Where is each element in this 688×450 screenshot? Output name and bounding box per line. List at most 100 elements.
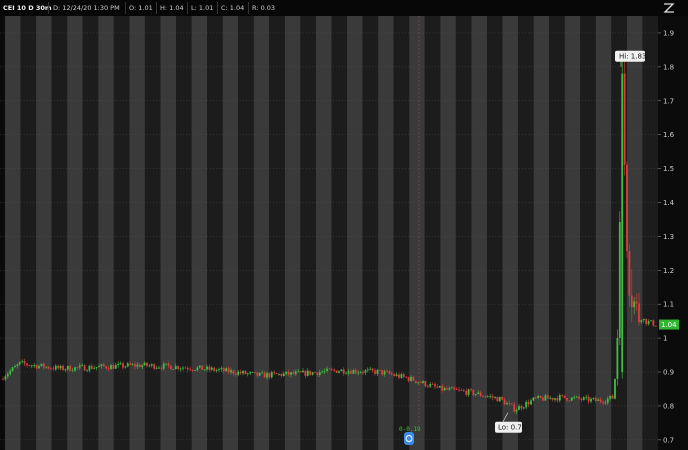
candle-body[interactable] bbox=[275, 373, 278, 375]
candle-body[interactable] bbox=[494, 397, 496, 398]
candle-body[interactable] bbox=[556, 398, 559, 401]
candle-body[interactable] bbox=[366, 369, 369, 371]
candle-body[interactable] bbox=[604, 402, 607, 404]
candle-body[interactable] bbox=[174, 366, 177, 370]
candle-body[interactable] bbox=[318, 372, 321, 376]
candle-body[interactable] bbox=[90, 365, 93, 369]
candle-body[interactable] bbox=[126, 363, 129, 367]
candle-body[interactable] bbox=[503, 399, 506, 405]
candle-body[interactable] bbox=[364, 370, 367, 373]
candle-body[interactable] bbox=[582, 397, 585, 400]
candle-body[interactable] bbox=[208, 366, 211, 370]
candle-body[interactable] bbox=[26, 363, 28, 366]
candle-body[interactable] bbox=[383, 371, 386, 375]
candle-body[interactable] bbox=[50, 368, 52, 370]
candle-body[interactable] bbox=[251, 372, 254, 373]
candle-body[interactable] bbox=[323, 370, 326, 372]
candle-body[interactable] bbox=[573, 397, 576, 399]
candle-body[interactable] bbox=[654, 325, 657, 327]
candle-body[interactable] bbox=[482, 395, 484, 397]
candle-body[interactable] bbox=[81, 365, 84, 366]
candle-body[interactable] bbox=[230, 370, 232, 373]
candle-body[interactable] bbox=[376, 369, 379, 374]
candle-body[interactable] bbox=[359, 372, 362, 374]
candle-body[interactable] bbox=[11, 367, 14, 371]
candle-body[interactable] bbox=[314, 372, 316, 374]
candle-body[interactable] bbox=[590, 398, 592, 402]
candle-body[interactable] bbox=[167, 363, 170, 366]
candle-body[interactable] bbox=[345, 373, 348, 375]
candle-body[interactable] bbox=[86, 370, 88, 372]
candle-body[interactable] bbox=[395, 374, 398, 376]
candle-body[interactable] bbox=[626, 164, 628, 252]
candle-body[interactable] bbox=[23, 361, 26, 364]
candle-body[interactable] bbox=[462, 390, 465, 392]
candle-body[interactable] bbox=[21, 361, 24, 363]
candle-body[interactable] bbox=[616, 337, 619, 379]
zoom-icon[interactable] bbox=[662, 2, 676, 14]
candle-body[interactable] bbox=[508, 403, 511, 404]
candle-body[interactable] bbox=[177, 366, 180, 370]
candle-body[interactable] bbox=[515, 409, 518, 412]
candle-body[interactable] bbox=[2, 378, 4, 380]
candle-body[interactable] bbox=[6, 373, 9, 377]
candle-body[interactable] bbox=[354, 370, 357, 373]
candle-body[interactable] bbox=[136, 364, 139, 367]
candle-body[interactable] bbox=[587, 396, 590, 402]
candle-body[interactable] bbox=[280, 373, 283, 377]
candle-body[interactable] bbox=[33, 364, 36, 366]
candle-body[interactable] bbox=[438, 385, 441, 388]
candle-body[interactable] bbox=[388, 371, 391, 374]
candle-body[interactable] bbox=[414, 380, 417, 383]
candle-body[interactable] bbox=[232, 370, 235, 374]
candle-body[interactable] bbox=[203, 369, 206, 371]
candle-body[interactable] bbox=[592, 397, 595, 399]
candle-body[interactable] bbox=[441, 385, 444, 391]
candle-body[interactable] bbox=[479, 392, 482, 396]
candle-body[interactable] bbox=[62, 365, 64, 371]
candle-body[interactable] bbox=[436, 386, 439, 388]
candle-body[interactable] bbox=[227, 368, 230, 373]
candle-body[interactable] bbox=[417, 382, 420, 384]
candle-body[interactable] bbox=[638, 303, 640, 323]
candle-body[interactable] bbox=[302, 370, 304, 373]
candle-body[interactable] bbox=[525, 401, 528, 408]
candle-body[interactable] bbox=[210, 367, 213, 370]
candle-body[interactable] bbox=[489, 396, 492, 397]
candle-body[interactable] bbox=[549, 397, 552, 399]
candle-body[interactable] bbox=[374, 370, 376, 374]
candle-body[interactable] bbox=[78, 365, 81, 368]
candle-body[interactable] bbox=[520, 406, 523, 409]
candle-body[interactable] bbox=[179, 368, 182, 370]
candle-body[interactable] bbox=[124, 366, 127, 368]
price-chart[interactable]: 1.9 1.8 1.7 1.6 1.5 1.4 1.3 1.2 1.1 1 0.9 0.8 0.7 Hi… bbox=[0, 0, 688, 450]
candle-body[interactable] bbox=[184, 367, 187, 369]
candle-body[interactable] bbox=[287, 371, 290, 375]
candle-body[interactable] bbox=[405, 376, 408, 378]
candle-body[interactable] bbox=[606, 398, 609, 403]
candle-body[interactable] bbox=[153, 364, 156, 369]
candle-body[interactable] bbox=[381, 370, 384, 375]
candle-body[interactable] bbox=[446, 388, 448, 390]
candle-body[interactable] bbox=[254, 372, 256, 373]
candle-body[interactable] bbox=[225, 368, 228, 372]
candle-body[interactable] bbox=[246, 373, 249, 375]
candle-body[interactable] bbox=[131, 364, 134, 365]
candle-body[interactable] bbox=[386, 371, 388, 372]
candle-body[interactable] bbox=[237, 371, 240, 375]
candle-body[interactable] bbox=[297, 371, 300, 373]
candle-body[interactable] bbox=[158, 367, 160, 369]
candle-body[interactable] bbox=[100, 364, 103, 367]
candle-body[interactable] bbox=[148, 365, 151, 367]
candle-body[interactable] bbox=[311, 372, 314, 375]
candle-body[interactable] bbox=[412, 376, 415, 381]
candle-body[interactable] bbox=[268, 373, 271, 378]
candle-body[interactable] bbox=[218, 369, 220, 371]
candle-body[interactable] bbox=[424, 381, 427, 387]
candle-body[interactable] bbox=[290, 372, 292, 375]
candle-body[interactable] bbox=[249, 372, 252, 374]
candle-body[interactable] bbox=[114, 365, 117, 369]
candle-body[interactable] bbox=[650, 320, 652, 322]
candle-body[interactable] bbox=[578, 396, 580, 399]
candle-body[interactable] bbox=[335, 370, 338, 373]
